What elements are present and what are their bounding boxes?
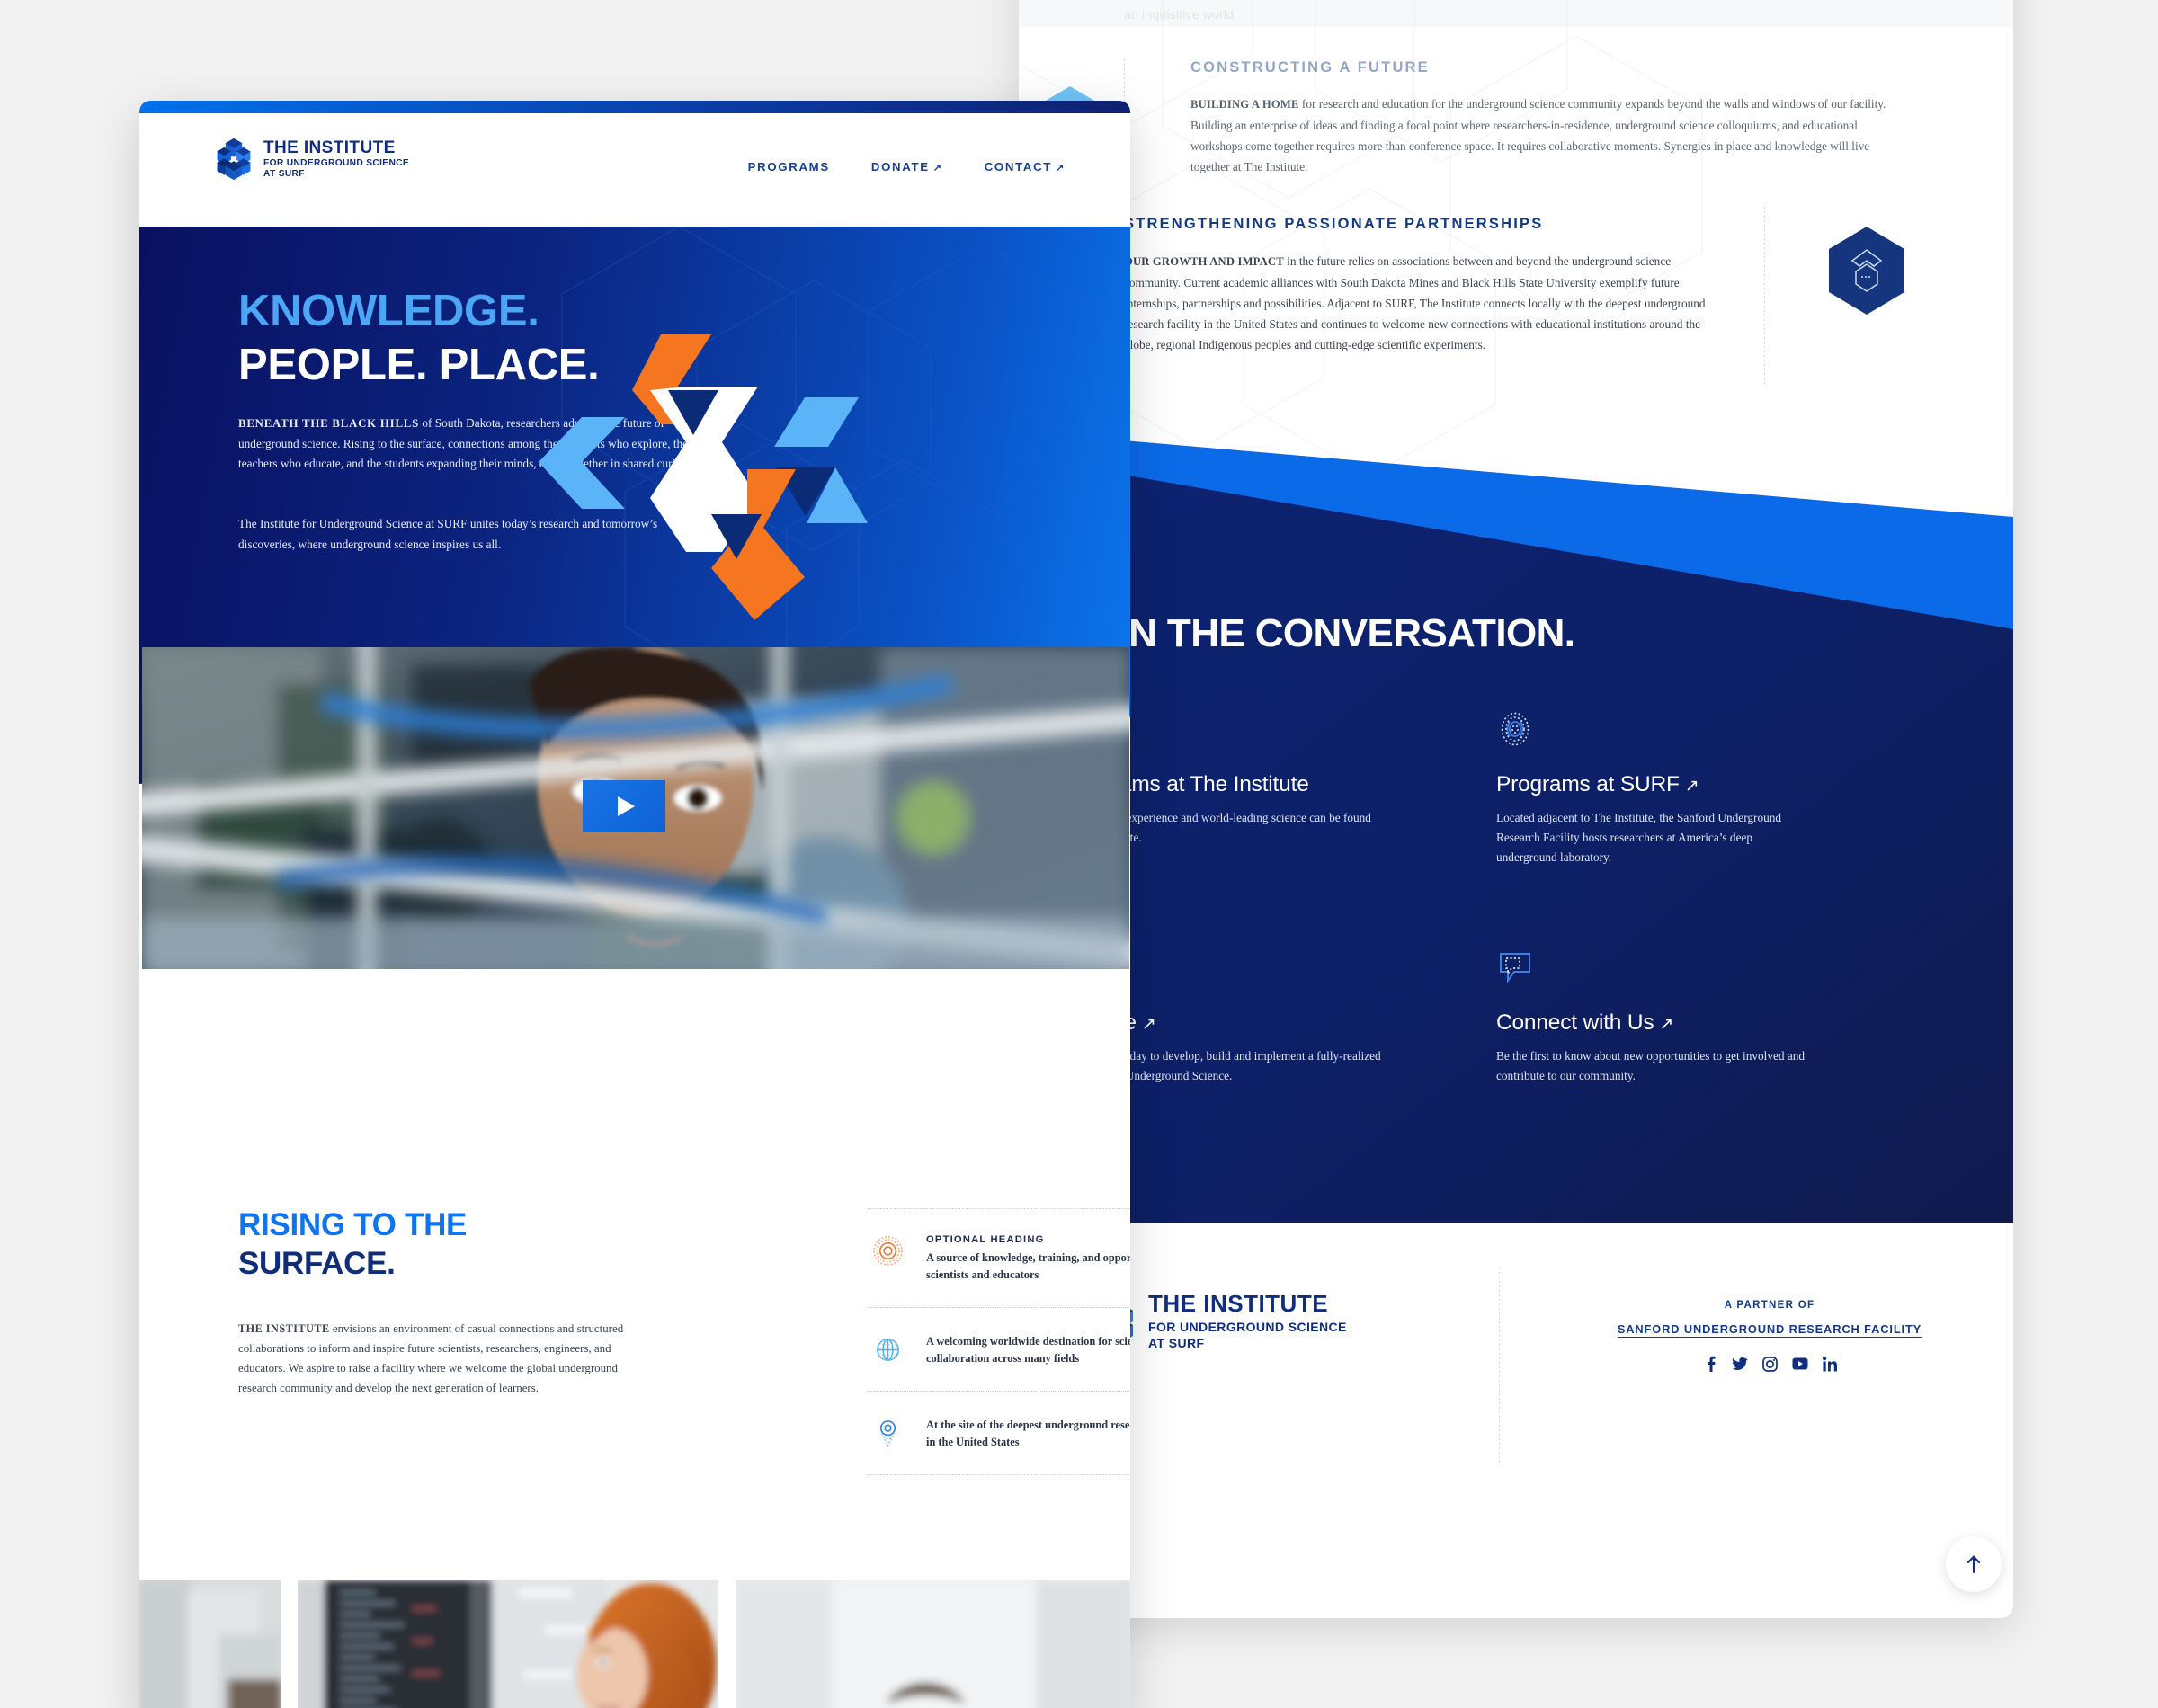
conversation-heading: JOIN THE CONVERSATION. xyxy=(1066,611,1575,655)
card-title: Programs at SURF ↗ xyxy=(1496,772,1883,797)
nav-label: CONTACT xyxy=(984,160,1053,173)
footer-logo-text: THE INSTITUTE FOR UNDERGROUND SCIENCE AT… xyxy=(1148,1290,1347,1351)
hero-paragraph-1-lead: BENEATH THE BLACK HILLS xyxy=(238,417,420,430)
card-description: Located adjacent to The Institute, the S… xyxy=(1496,811,1782,864)
linkedin-icon[interactable] xyxy=(1822,1356,1837,1372)
scroll-to-top-button[interactable] xyxy=(1946,1536,2002,1592)
hex-cubes-logo xyxy=(217,138,251,181)
fingerprint-icon xyxy=(1501,712,1529,746)
nav-item-contact[interactable]: CONTACT ↗ xyxy=(985,160,1066,173)
logo-line3: AT SURF xyxy=(263,169,305,180)
strip-image-1[interactable] xyxy=(139,1580,281,1708)
play-button[interactable] xyxy=(583,780,665,832)
site-header: THE INSTITUTE FOR UNDERGROUND SCIENCE AT… xyxy=(139,113,1130,227)
constructing-title: CONSTRUCTING A FUTURE xyxy=(1190,59,1430,76)
nav-item-programs[interactable]: PROGRAMS xyxy=(748,160,830,173)
logo-line1: THE INSTITUTE xyxy=(263,138,396,157)
rising-body-lead: THE INSTITUTE xyxy=(238,1322,330,1335)
constructing-lead: BUILDING A HOME xyxy=(1190,98,1299,111)
strip-thumbnail-1 xyxy=(139,1580,281,1708)
right-page-panel: an inquisitive world. CONSTRUCTING A FUT… xyxy=(1019,0,2013,1618)
card-connect-with-us[interactable]: Connect with Us ↗ Be the first to know ab… xyxy=(1496,948,1883,1086)
facebook-icon[interactable] xyxy=(1703,1356,1717,1372)
footer-logo-line1: THE INSTITUTE xyxy=(1148,1290,1329,1317)
partnerships-divider xyxy=(1764,207,1765,387)
card-title-text: Connect with Us xyxy=(1496,1010,1654,1035)
header-logo-text: THE INSTITUTE FOR UNDERGROUND SCIENCE AT… xyxy=(263,138,409,180)
play-icon xyxy=(617,796,635,816)
partnerships-rest: in the future relies on associations bet… xyxy=(1124,254,1706,351)
external-arrow-icon: ↗ xyxy=(1141,1015,1156,1034)
instagram-icon[interactable] xyxy=(1761,1356,1778,1372)
rising-body: THE INSTITUTE envisions an environment o… xyxy=(238,1319,625,1398)
external-arrow-icon: ↗ xyxy=(1684,777,1699,796)
join-conversation-section: JOIN THE CONVERSATION. Programs at The I… xyxy=(1019,449,2013,1223)
footer-partner-block: A PARTNER OF SANFORD UNDERGROUND RESEARC… xyxy=(1558,1300,1981,1372)
feature-item-knowledge: OPTIONAL HEADING A source of knowledge, … xyxy=(868,1208,1130,1307)
feature-text: A welcoming worldwide destination for sc… xyxy=(926,1335,1130,1365)
rising-title: RISING TO THE SURFACE. xyxy=(238,1206,467,1283)
external-arrow-icon: ↗ xyxy=(932,163,943,173)
strip-image-2[interactable] xyxy=(298,1580,719,1708)
hero-geometric-graphic xyxy=(539,334,868,620)
constructing-body: BUILDING A HOME for research and educati… xyxy=(1190,93,1910,177)
feature-text-block: OPTIONAL HEADING A source of knowledge, … xyxy=(926,1234,1130,1284)
video-frame[interactable] xyxy=(142,647,1129,969)
arrow-up-icon xyxy=(1966,1555,1981,1574)
screenshot-stage: an inquisitive world. CONSTRUCTING A FUT… xyxy=(0,0,2158,1708)
card-description: Be the first to know about new opportuni… xyxy=(1496,1049,1806,1082)
nav-label: DONATE xyxy=(870,160,930,173)
feature-text-block: At the site of the deepest underground r… xyxy=(926,1417,1130,1451)
feature-text: At the site of the deepest underground r… xyxy=(926,1419,1130,1448)
strip-thumbnail-3 xyxy=(736,1580,1130,1708)
image-strip xyxy=(139,1580,1130,1708)
card-title: Connect with Us ↗ xyxy=(1496,1010,1883,1036)
strip-image-3[interactable] xyxy=(736,1580,1130,1708)
social-links xyxy=(1558,1356,1981,1372)
partnerships-lead: OUR GROWTH AND IMPACT xyxy=(1124,255,1284,268)
speech-bubble-icon xyxy=(1500,953,1530,984)
card-programs-surf[interactable]: Programs at SURF ↗ Located adjacent to Th… xyxy=(1496,710,1883,867)
partnerships-body: OUR GROWTH AND IMPACT in the future reli… xyxy=(1124,251,1717,355)
feature-heading: OPTIONAL HEADING xyxy=(926,1234,1045,1245)
footer-logo-line2: FOR UNDERGROUND SCIENCE xyxy=(1148,1319,1347,1334)
feature-item-deepest-site: At the site of the deepest underground r… xyxy=(868,1391,1130,1475)
map-pin-icon xyxy=(879,1420,896,1447)
concentric-rings-icon xyxy=(873,1236,903,1266)
logo-line2: FOR UNDERGROUND SCIENCE xyxy=(263,158,410,169)
partner-link[interactable]: SANFORD UNDERGROUND RESEARCH FACILITY xyxy=(1558,1322,1981,1336)
header-logo[interactable]: THE INSTITUTE FOR UNDERGROUND SCIENCE AT… xyxy=(216,137,409,182)
feature-item-worldwide: A welcoming worldwide destination for sc… xyxy=(868,1307,1130,1391)
hero-video-block[interactable] xyxy=(141,647,1129,971)
conversation-card-grid: Programs at The Institute World-class ex… xyxy=(1066,710,1966,1133)
external-arrow-icon: ↗ xyxy=(1659,1015,1674,1034)
footer-logo-line3: AT SURF xyxy=(1148,1336,1205,1351)
main-navigation: PROGRAMS DONATE ↗ CONTACT ↗ xyxy=(748,160,1066,173)
nav-item-donate[interactable]: DONATE ↗ xyxy=(871,160,943,173)
partnerships-section: STRENGTHENING PASSIONATE PARTNERSHIPS OU… xyxy=(1124,207,2005,387)
handshake-hex-icon xyxy=(1829,227,1904,315)
site-footer: THE INSTITUTE FOR UNDERGROUND SCIENCE AT… xyxy=(1019,1223,2013,1618)
feature-text-block: A welcoming worldwide destination for sc… xyxy=(926,1333,1130,1367)
partner-label: A PARTNER OF xyxy=(1724,1300,1815,1311)
top-accent-bar xyxy=(139,101,1130,113)
twitter-icon[interactable] xyxy=(1732,1356,1748,1372)
rising-title-line1: RISING TO THE xyxy=(238,1207,468,1242)
external-arrow-icon: ↗ xyxy=(1056,163,1066,173)
rising-title-line2: SURFACE. xyxy=(238,1245,396,1281)
strip-thumbnail-2 xyxy=(298,1580,719,1708)
nav-label: PROGRAMS xyxy=(747,160,830,173)
youtube-icon[interactable] xyxy=(1792,1357,1808,1370)
left-page-panel: THE INSTITUTE FOR UNDERGROUND SCIENCE AT… xyxy=(139,101,1130,1708)
feature-list: OPTIONAL HEADING A source of knowledge, … xyxy=(868,1208,1130,1475)
globe-icon xyxy=(877,1339,899,1361)
card-title-text: Programs at SURF xyxy=(1496,772,1680,796)
feature-text: A source of knowledge, training, and opp… xyxy=(926,1251,1130,1281)
footer-divider xyxy=(1499,1268,1500,1465)
